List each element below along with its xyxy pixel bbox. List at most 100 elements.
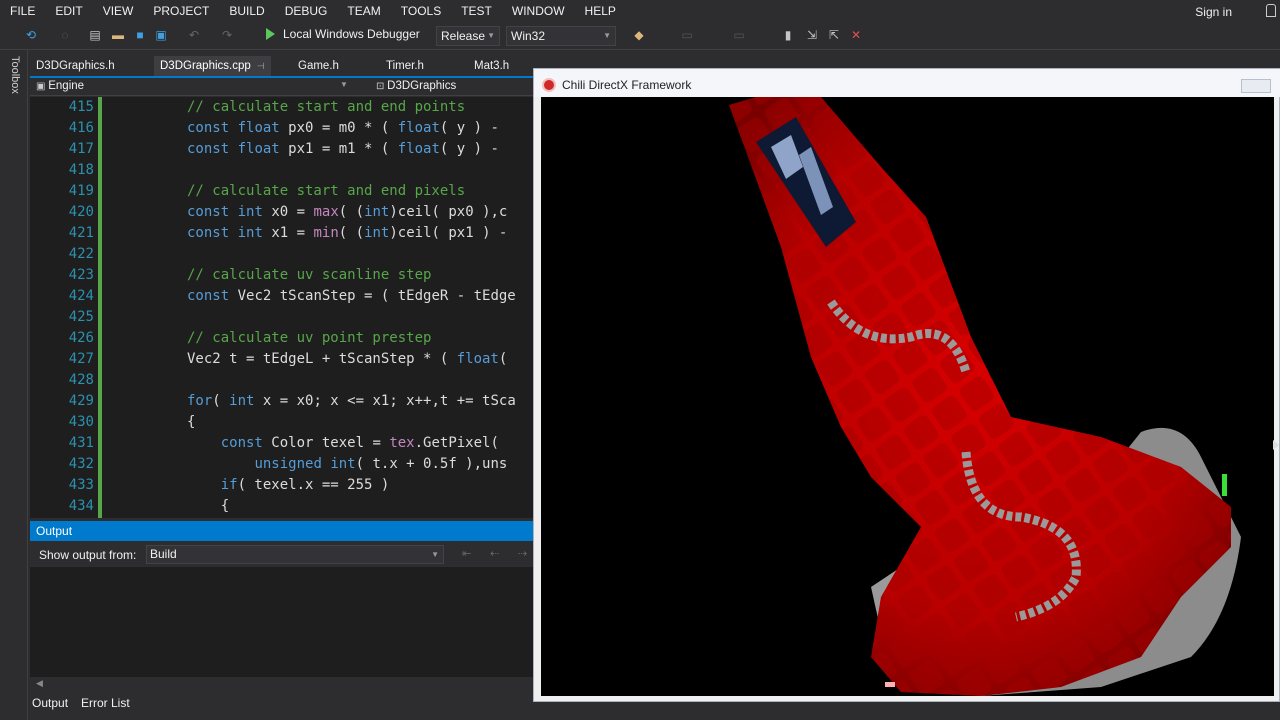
directx-window[interactable]: Chili DirectX Framework (533, 68, 1280, 702)
next-message-icon[interactable]: ⇢ (518, 547, 527, 560)
menu-file[interactable]: FILE (0, 4, 45, 18)
menu-team[interactable]: TEAM (337, 4, 390, 18)
menu-tools[interactable]: TOOLS (391, 4, 451, 18)
line-number: 417 (68, 141, 94, 157)
menu-build[interactable]: BUILD (219, 4, 274, 18)
menu-edit[interactable]: EDIT (45, 4, 92, 18)
code-line[interactable]: 425 (30, 307, 535, 328)
code-line[interactable]: 422 (30, 244, 535, 265)
line-number: 432 (68, 456, 94, 472)
save-icon[interactable]: ■ (133, 28, 147, 42)
code-line[interactable]: 429 for( int x = x0; x <= x1; x++,t += tS… (30, 391, 535, 412)
toolbox-strip (0, 50, 28, 720)
line-number: 415 (68, 99, 94, 115)
output-panel-header[interactable]: Output (30, 521, 535, 541)
code-text: const int x1 = min( (int)ceil( px1 ) - (187, 225, 516, 241)
code-line[interactable]: 417 const float px1 = m1 * ( float( y ) - (30, 139, 535, 160)
scroll-left-icon[interactable]: ◀ (36, 678, 43, 689)
code-line[interactable]: 426 // calculate uv point prestep (30, 328, 535, 349)
code-line[interactable]: 421 const int x1 = min( (int)ceil( px1 ) … (30, 223, 535, 244)
code-line[interactable]: 431 const Color texel = tex.GetPixel( (30, 433, 535, 454)
undo-icon[interactable]: ↶ (187, 28, 201, 42)
line-number: 433 (68, 477, 94, 493)
line-number: 434 (68, 498, 94, 514)
user-icon[interactable] (1266, 4, 1276, 17)
code-text: const int x0 = max( (int)ceil( px0 ),c (187, 204, 508, 220)
clear-bookmarks-icon[interactable]: ✕ (849, 28, 863, 42)
sign-in-link[interactable]: Sign in (1195, 5, 1232, 19)
tab-d3dgraphics-h[interactable]: D3DGraphics.h (30, 56, 121, 76)
tab-game-h[interactable]: Game.h (292, 56, 345, 76)
toolbox-tab[interactable]: Toolbox (9, 56, 21, 94)
code-text: // calculate uv point prestep (187, 330, 432, 346)
code-text: Vec2 t = tEdgeL + tScanStep * ( float( (187, 351, 508, 367)
tab-timer-h[interactable]: Timer.h (380, 56, 430, 76)
tab-output[interactable]: Output (32, 696, 68, 710)
code-line[interactable]: 416 const float px0 = m0 * ( float( y ) - (30, 118, 535, 139)
line-number: 421 (68, 225, 94, 241)
output-source-select[interactable]: Build ▼ (146, 545, 444, 564)
new-project-icon[interactable]: ▤ (88, 28, 102, 42)
line-number: 425 (68, 309, 94, 325)
previous-message-icon[interactable]: ⇠ (490, 547, 499, 560)
chevron-down-icon[interactable]: ▼ (340, 80, 348, 89)
next-bookmark-icon[interactable]: ⇲ (805, 28, 819, 42)
render-viewport[interactable] (541, 97, 1274, 696)
line-number: 431 (68, 435, 94, 451)
line-number: 416 (68, 120, 94, 136)
code-line[interactable]: 420 const int x0 = max( (int)ceil( px0 ),… (30, 202, 535, 223)
member-dropdown[interactable]: ⊡ D3DGraphics (376, 80, 456, 92)
code-editor[interactable]: 415 // calculate start and end points 416 c… (30, 97, 535, 518)
platform-select[interactable]: Win32 ▼ (506, 26, 616, 46)
app-icon (542, 78, 556, 92)
navigate-back-icon[interactable]: ⟲ (24, 28, 38, 42)
find-in-files-icon[interactable]: ◆ (632, 28, 646, 42)
code-text: const float px1 = m1 * ( float( y ) - (187, 141, 508, 157)
menu-help[interactable]: HELP (575, 4, 626, 18)
code-line[interactable]: 424 const Vec2 tScanStep = ( tEdgeR - tEd… (30, 286, 535, 307)
code-text: for( int x = x0; x <= x1; x++,t += tSca (187, 393, 516, 409)
tab-d3dgraphics-cpp[interactable]: D3DGraphics.cpp ⊣ (154, 56, 271, 76)
toolbar-disabled-icon-1: ▭ (681, 28, 693, 42)
previous-bookmark-icon[interactable]: ⇱ (827, 28, 841, 42)
code-line[interactable]: 418 (30, 160, 535, 181)
find-message-icon[interactable]: ⇤ (462, 547, 471, 560)
menu-project[interactable]: PROJECT (143, 4, 219, 18)
code-text: // calculate start and end pixels (187, 183, 466, 199)
code-line[interactable]: 423 // calculate uv scanline step (30, 265, 535, 286)
code-line[interactable]: 428 (30, 370, 535, 391)
code-line[interactable]: 430 { (30, 412, 535, 433)
directx-titlebar[interactable]: Chili DirectX Framework (534, 69, 1280, 97)
menu-window[interactable]: WINDOW (502, 4, 575, 18)
output-horizontal-scrollbar[interactable]: ◀ (30, 677, 535, 691)
line-number: 422 (68, 246, 94, 262)
start-debugger-button[interactable]: Local Windows Debugger (283, 27, 420, 41)
toolbar-disabled-icon-2: ▭ (733, 28, 745, 42)
menu-test[interactable]: TEST (451, 4, 502, 18)
navigate-forward-icon[interactable]: ◌ (58, 28, 72, 42)
minimize-button[interactable] (1241, 79, 1271, 93)
code-line[interactable]: 434 { (30, 496, 535, 517)
code-line[interactable]: 415 // calculate start and end points (30, 97, 535, 118)
tab-mat3-h[interactable]: Mat3.h (468, 56, 515, 76)
code-text: // calculate start and end points (187, 99, 466, 115)
code-line[interactable]: 432 unsigned int( t.x + 0.5f ),uns (30, 454, 535, 475)
pin-icon[interactable]: ⊣ (257, 61, 265, 71)
menu-view[interactable]: VIEW (93, 4, 144, 18)
line-number: 419 (68, 183, 94, 199)
code-line[interactable]: 419 // calculate start and end pixels (30, 181, 535, 202)
configuration-select[interactable]: Release ▼ (436, 26, 500, 46)
code-text: // calculate uv scanline step (187, 267, 432, 283)
open-file-icon[interactable]: ▬ (111, 28, 125, 42)
scope-dropdown[interactable]: ▣ Engine (36, 80, 84, 92)
play-icon[interactable] (266, 28, 275, 40)
code-line[interactable]: 433 if( texel.x == 255 ) (30, 475, 535, 496)
menu-debug[interactable]: DEBUG (275, 4, 338, 18)
bookmark-icon[interactable]: ▮ (781, 28, 795, 42)
line-number: 428 (68, 372, 94, 388)
output-text-area[interactable] (30, 567, 535, 677)
code-line[interactable]: 427 Vec2 t = tEdgeL + tScanStep * ( float… (30, 349, 535, 370)
redo-icon[interactable]: ↷ (220, 28, 234, 42)
tab-error-list[interactable]: Error List (81, 696, 130, 710)
save-all-icon[interactable]: ▣ (154, 28, 168, 42)
